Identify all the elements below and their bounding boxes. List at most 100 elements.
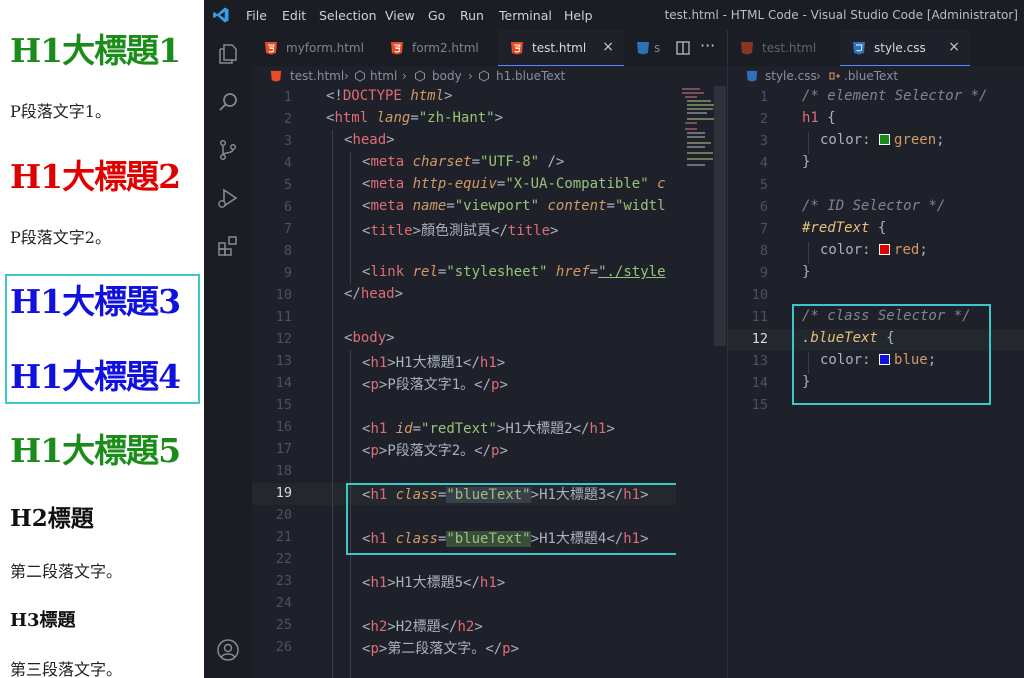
code-line-13: <h1>H1大標題1</h1> xyxy=(362,355,506,371)
symbol-element-icon xyxy=(415,70,425,82)
left-breadcrumbs: test.html › html › body › h1.blueText xyxy=(252,66,727,86)
line-number: 10 xyxy=(275,287,292,303)
tab-form2-html[interactable]: form2.html xyxy=(378,30,498,66)
preview-h3: H3標題 xyxy=(10,610,76,631)
right-tab-bar: test.html style.css × xyxy=(728,30,1024,66)
line-number: 14 xyxy=(275,375,292,391)
code-line-2: <html lang="zh-Hant"> xyxy=(326,110,504,126)
indent-guide xyxy=(350,152,351,284)
preview-h1-4: H1大標題4 xyxy=(10,357,181,396)
line-number: 2 xyxy=(759,111,768,127)
split-editor-icon[interactable] xyxy=(676,41,690,55)
line-number: 3 xyxy=(759,133,768,149)
tab-style-css[interactable]: style.css × xyxy=(840,30,970,66)
tab-label: form2.html xyxy=(412,41,479,55)
chevron-right-icon: › xyxy=(468,69,473,83)
css-editor[interactable]: 1 2 3 4 5 6 7 8 9 10 11 12 13 14 15 /* element Selecto… xyxy=(728,86,1024,678)
line-number: 16 xyxy=(275,419,292,435)
line-number: 15 xyxy=(275,397,292,413)
menu-view[interactable]: View xyxy=(385,8,415,23)
line-number: 10 xyxy=(751,287,768,303)
menu-edit[interactable]: Edit xyxy=(282,8,306,23)
search-icon[interactable] xyxy=(216,90,240,114)
color-swatch[interactable] xyxy=(879,134,891,145)
symbol-class-icon xyxy=(829,72,840,80)
html5-icon xyxy=(391,42,403,55)
code-line-14: <p>P段落文字1。</p> xyxy=(362,377,508,393)
css-line-4: } xyxy=(802,154,811,170)
line-number: 7 xyxy=(283,221,292,237)
tab-label: style.css xyxy=(874,41,926,55)
color-swatch[interactable] xyxy=(879,244,891,255)
css-line-3: color: green; xyxy=(820,132,945,148)
chevron-right-icon: › xyxy=(344,69,349,83)
tab-myform-html[interactable]: myform.html xyxy=(252,30,378,66)
symbol-element-icon xyxy=(355,70,365,82)
line-number: 6 xyxy=(283,199,292,215)
line-number: 2 xyxy=(283,111,292,127)
css-highlight-box xyxy=(792,304,991,405)
html5-icon xyxy=(511,42,523,55)
indent-guide xyxy=(808,242,809,264)
close-icon[interactable]: × xyxy=(948,39,960,55)
breadcrumb-html[interactable]: html xyxy=(370,69,397,83)
source-control-icon[interactable] xyxy=(216,138,240,162)
extensions-icon[interactable] xyxy=(216,234,240,258)
explorer-icon[interactable] xyxy=(216,42,240,66)
line-number: 13 xyxy=(751,353,768,369)
preview-h2: H2標題 xyxy=(10,505,94,532)
title-bar: File Edit Selection View Go Run Terminal… xyxy=(204,0,1024,30)
code-line-3: <head> xyxy=(344,132,395,148)
menu-terminal[interactable]: Terminal xyxy=(499,8,552,23)
tab-label: s xyxy=(654,41,661,55)
preview-p1: P段落文字1。 xyxy=(10,102,111,121)
css-line-8: color: red; xyxy=(820,242,928,258)
scrollbar[interactable] xyxy=(714,86,726,346)
left-tab-bar: myform.html form2.html test.html × s ··· xyxy=(252,30,727,66)
code-line-25: <h2>H2標題</h2> xyxy=(362,619,483,635)
line-number: 26 xyxy=(275,639,292,655)
menu-help[interactable]: Help xyxy=(564,8,593,23)
tab-test-html[interactable]: test.html × xyxy=(498,30,624,66)
browser-preview: H1大標題1 P段落文字1。 H1大標題2 P段落文字2。 H1大標題3 H1大… xyxy=(0,0,204,678)
code-line-4: <meta charset="UTF-8" /> xyxy=(362,154,565,170)
line-number: 24 xyxy=(275,595,292,611)
line-number: 9 xyxy=(283,265,292,281)
line-number: 15 xyxy=(751,397,768,413)
breadcrumb-selector[interactable]: .blueText xyxy=(844,69,898,83)
line-number: 22 xyxy=(275,551,292,567)
tab-label: myform.html xyxy=(286,41,364,55)
code-line-17: <p>P段落文字2。</p> xyxy=(362,443,508,459)
html5-icon xyxy=(265,42,277,55)
breadcrumb-h1[interactable]: h1.blueText xyxy=(496,69,565,83)
run-debug-icon[interactable] xyxy=(216,186,240,210)
code-line-6: <meta name="viewport" content="widtl xyxy=(362,198,666,214)
html-editor[interactable]: 1 2 3 4 5 6 7 8 9 10 11 12 13 14 15 16 17 18 19 20 21 22 23 24 2… xyxy=(252,86,676,678)
line-number: 9 xyxy=(759,265,768,281)
indent-guide xyxy=(808,132,809,154)
css-line-2: h1 { xyxy=(802,110,836,126)
right-breadcrumbs: style.css › .blueText xyxy=(728,66,1024,86)
menu-file[interactable]: File xyxy=(246,8,267,23)
breadcrumb-file[interactable]: style.css xyxy=(765,69,817,83)
tab-label: test.html xyxy=(762,41,817,55)
line-number: 8 xyxy=(283,243,292,259)
menu-go[interactable]: Go xyxy=(428,8,445,23)
chevron-right-icon: › xyxy=(402,69,407,83)
line-number: 8 xyxy=(759,243,768,259)
line-number: 11 xyxy=(751,309,768,325)
breadcrumb-file[interactable]: test.html xyxy=(290,69,344,83)
accounts-icon[interactable] xyxy=(216,638,240,662)
tab-test-html-right[interactable]: test.html xyxy=(728,30,840,66)
menu-selection[interactable]: Selection xyxy=(319,8,377,23)
menu-run[interactable]: Run xyxy=(460,8,484,23)
line-number: 1 xyxy=(759,89,768,105)
line-number: 18 xyxy=(275,463,292,479)
close-icon[interactable]: × xyxy=(602,39,614,55)
breadcrumb-body[interactable]: body xyxy=(432,69,462,83)
code-line-26: <p>第二段落文字。</p> xyxy=(362,641,520,657)
line-number: 11 xyxy=(275,309,292,325)
more-actions-icon[interactable]: ··· xyxy=(700,36,715,55)
tab-style-css-partial[interactable]: s xyxy=(624,30,672,66)
line-number: 19 xyxy=(275,485,292,501)
